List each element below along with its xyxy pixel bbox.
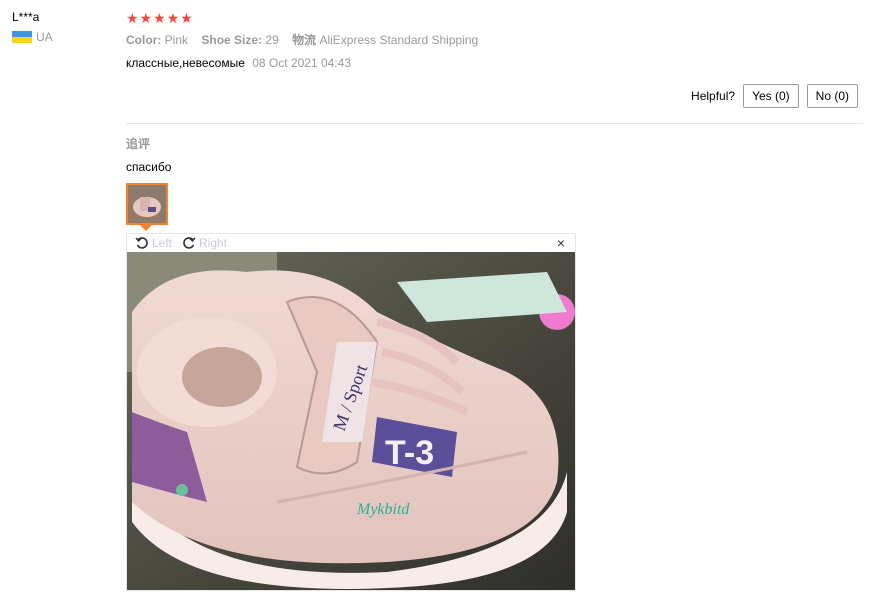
review-text: классные,невесомые [126, 56, 245, 70]
review-photo: M / Sport T-3 Mykbitd [127, 252, 575, 590]
reviewer-country: UA [12, 30, 53, 44]
divider [126, 123, 863, 124]
meta-value-size: 29 [265, 33, 279, 47]
followup-text: спасибо [126, 160, 172, 174]
followup-label: 追评 [126, 137, 151, 151]
viewer-toolbar: Left Right × [127, 234, 575, 252]
helpful-no-button[interactable]: No (0) [806, 84, 858, 108]
image-viewer: Left Right × M / Sport T-3 Mykbitd [126, 233, 576, 591]
rotate-left-icon [135, 237, 148, 249]
photo-thumbnail[interactable] [126, 183, 168, 225]
ukraine-flag-icon [12, 31, 32, 43]
helpful-label: Helpful? [691, 89, 736, 103]
meta-key-size: Shoe Size: [201, 33, 263, 47]
meta-key-shipping: 物流 [292, 33, 317, 47]
review-content: ★★★★★ Color: Pink Shoe Size: 29 物流 AliEx… [126, 10, 866, 70]
helpful-section: Helpful? Yes (0) No (0) [691, 84, 858, 108]
rotate-right-label: Right [199, 236, 228, 250]
helpful-yes-button[interactable]: Yes (0) [743, 84, 799, 108]
rotate-right-button[interactable]: Right [182, 236, 227, 250]
reviewer-info: L***a UA [12, 10, 53, 44]
thumbnail-pointer [140, 225, 152, 231]
rotate-left-button[interactable]: Left [135, 236, 172, 250]
rating-stars: ★★★★★ [126, 10, 194, 26]
reviewer-name: L***a [12, 10, 40, 24]
meta-key-color: Color: [126, 33, 162, 47]
meta-value-color: Pink [164, 33, 189, 47]
review-date: 08 Oct 2021 04:43 [252, 56, 351, 70]
review-body: классные,невесомые 08 Oct 2021 04:43 [126, 56, 866, 70]
review-meta: Color: Pink Shoe Size: 29 物流 AliExpress … [126, 31, 866, 48]
country-code: UA [36, 30, 53, 44]
rotate-right-icon [183, 237, 196, 249]
svg-text:Mykbitd: Mykbitd [356, 501, 410, 518]
close-icon[interactable]: × [557, 235, 565, 251]
meta-value-shipping: AliExpress Standard Shipping [319, 33, 479, 47]
rotate-left-label: Left [152, 236, 173, 250]
shoe-photo-image: M / Sport T-3 Mykbitd [127, 252, 575, 590]
svg-text:T-3: T-3 [385, 434, 434, 472]
